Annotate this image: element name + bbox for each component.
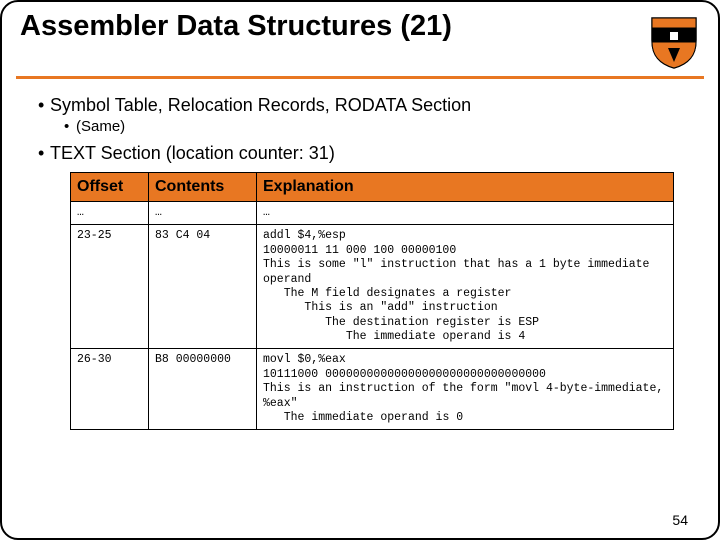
table-row: 23-25 83 C4 04 addl $4,%esp 10000011 11 … xyxy=(71,225,674,349)
col-explanation: Explanation xyxy=(257,173,674,202)
cell-contents: … xyxy=(149,202,257,225)
cell-explanation: movl $0,%eax 10111000 000000000000000000… xyxy=(257,349,674,430)
table-row: … … … xyxy=(71,202,674,225)
cell-offset: 23-25 xyxy=(71,225,149,349)
content-area: •Symbol Table, Relocation Records, RODAT… xyxy=(2,79,718,430)
page-title: Assembler Data Structures (21) xyxy=(20,10,648,43)
bullet-level1: •TEXT Section (location counter: 31) xyxy=(38,143,690,164)
table-row: 26-30 B8 00000000 movl $0,%eax 10111000 … xyxy=(71,349,674,430)
bullet-text: Symbol Table, Relocation Records, RODATA… xyxy=(50,95,471,115)
table-header-row: Offset Contents Explanation xyxy=(71,173,674,202)
princeton-crest-icon xyxy=(648,14,700,70)
cell-explanation: … xyxy=(257,202,674,225)
bullet-level2: •(Same) xyxy=(64,118,690,135)
cell-contents: B8 00000000 xyxy=(149,349,257,430)
col-contents: Contents xyxy=(149,173,257,202)
cell-explanation: addl $4,%esp 10000011 11 000 100 0000010… xyxy=(257,225,674,349)
slide-frame: Assembler Data Structures (21) •Symbol T… xyxy=(0,0,720,540)
cell-offset: … xyxy=(71,202,149,225)
bullet-text: TEXT Section (location counter: 31) xyxy=(50,143,335,163)
bullet-text: (Same) xyxy=(76,118,125,135)
page-number: 54 xyxy=(672,512,688,528)
title-row: Assembler Data Structures (21) xyxy=(2,2,718,70)
cell-contents: 83 C4 04 xyxy=(149,225,257,349)
col-offset: Offset xyxy=(71,173,149,202)
cell-offset: 26-30 xyxy=(71,349,149,430)
text-section-table: Offset Contents Explanation … … … 23-25 … xyxy=(70,172,674,430)
bullet-level1: •Symbol Table, Relocation Records, RODAT… xyxy=(38,95,690,116)
table-wrap: Offset Contents Explanation … … … 23-25 … xyxy=(70,172,674,430)
